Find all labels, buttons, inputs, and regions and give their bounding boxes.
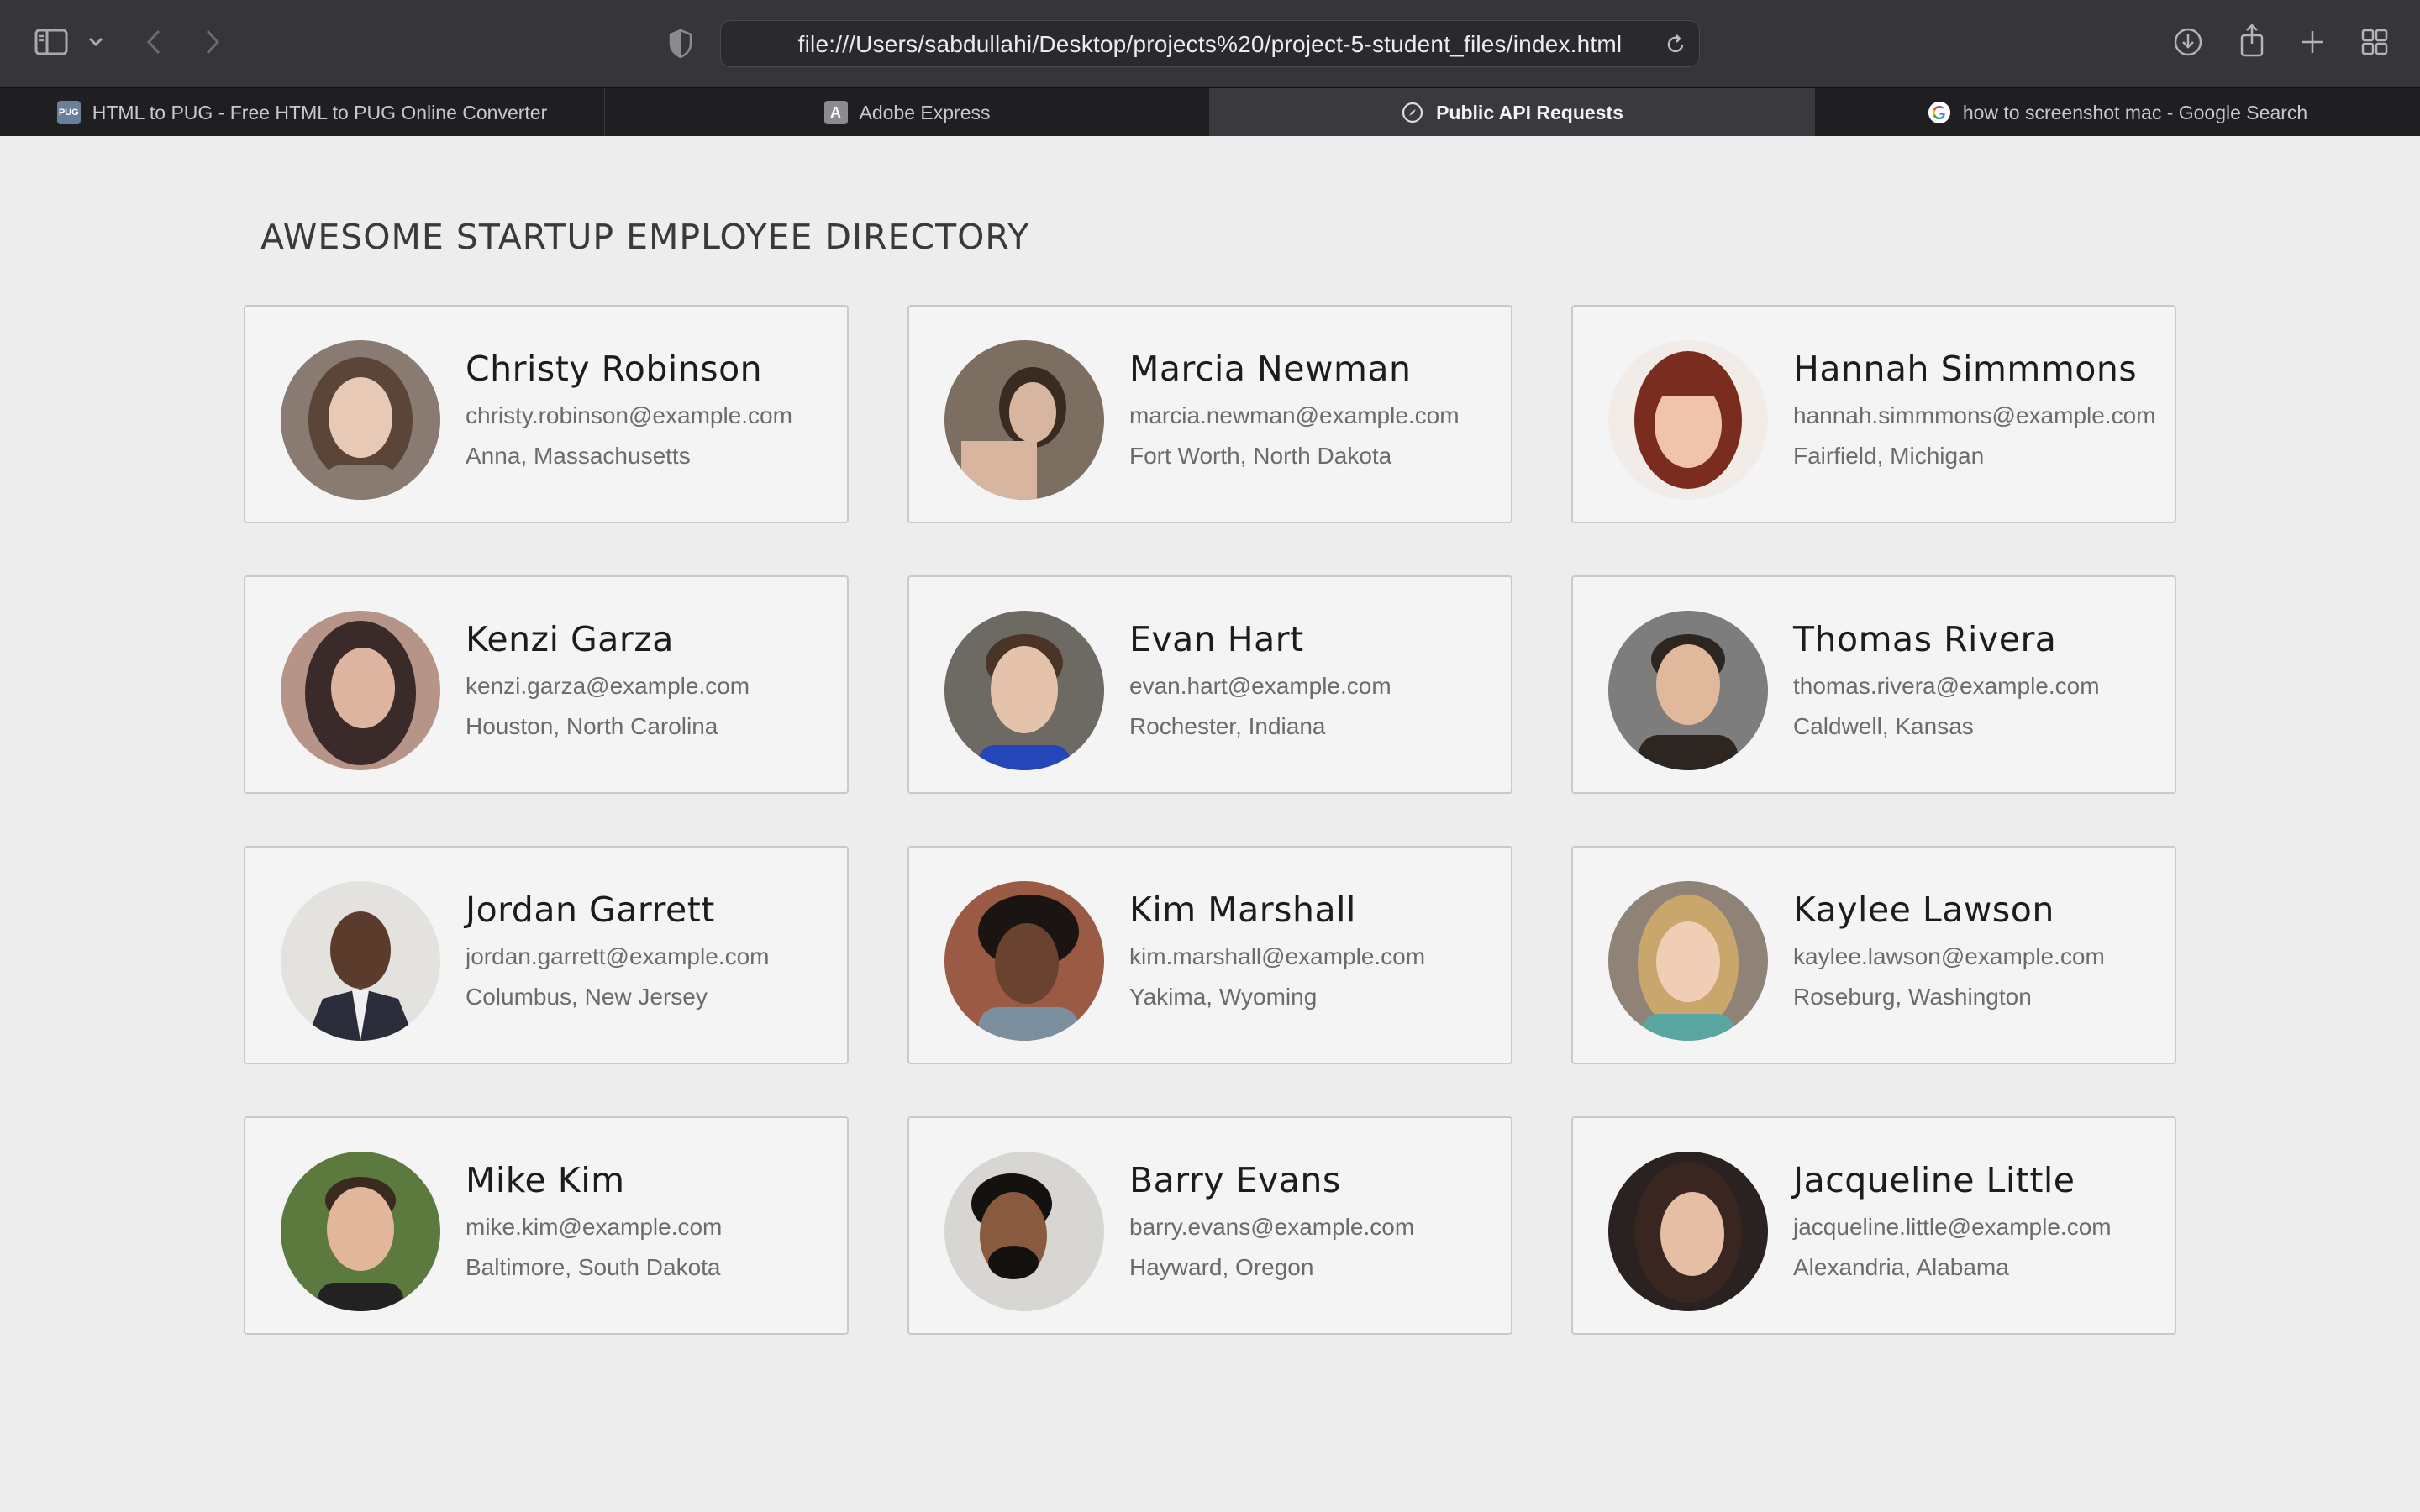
employee-card[interactable]: Evan Hart evan.hart@example.com Rocheste… [908, 575, 1512, 794]
tab-adobe-express[interactable]: A Adobe Express [605, 88, 1210, 137]
avatar [1608, 340, 1768, 500]
avatar [944, 881, 1104, 1041]
compass-favicon-icon [1401, 101, 1424, 124]
employee-email: kaylee.lawson@example.com [1793, 943, 2105, 969]
avatar [944, 340, 1104, 500]
back-icon[interactable] [139, 25, 168, 59]
employee-name: Hannah Simmmons [1793, 349, 2138, 389]
employee-card[interactable]: Kenzi Garza kenzi.garza@example.com Hous… [244, 575, 849, 794]
employee-name: Evan Hart [1129, 619, 1304, 659]
employee-name: Christy Robinson [466, 349, 763, 389]
pug-favicon-icon: PUG [56, 101, 81, 124]
url-text[interactable]: file:///Users/sabdullahi/Desktop/project… [721, 21, 1699, 68]
employee-name: Jordan Garrett [466, 890, 715, 930]
tab-label: Public API Requests [1436, 101, 1623, 123]
employee-email: hannah.simmmons@example.com [1793, 402, 2156, 428]
avatar [1608, 611, 1768, 770]
employee-location: Houston, North Carolina [466, 713, 718, 739]
privacy-shield-icon[interactable] [664, 25, 697, 62]
employee-card[interactable]: Barry Evans barry.evans@example.com Hayw… [908, 1116, 1512, 1335]
employee-card[interactable]: Jordan Garrett jordan.garrett@example.co… [244, 846, 849, 1064]
avatar [281, 611, 440, 770]
page-title: AWESOME STARTUP EMPLOYEE DIRECTORY [260, 217, 1030, 257]
employee-name: Marcia Newman [1129, 349, 1412, 389]
tab-label: Adobe Express [859, 101, 991, 123]
avatar [281, 881, 440, 1041]
browser-toolbar: file:///Users/sabdullahi/Desktop/project… [0, 0, 2420, 87]
employee-name: Kenzi Garza [466, 619, 674, 659]
employee-email: thomas.rivera@example.com [1793, 673, 2100, 699]
avatar [1608, 881, 1768, 1041]
page-content: AWESOME STARTUP EMPLOYEE DIRECTORY Chris… [0, 136, 2420, 1512]
employee-card[interactable]: Hannah Simmmons hannah.simmmons@example.… [1571, 305, 2176, 523]
tab-label: how to screenshot mac - Google Search [1962, 101, 2308, 123]
google-favicon-icon [1928, 101, 1951, 124]
tab-bar: PUG HTML to PUG - Free HTML to PUG Onlin… [0, 87, 2420, 137]
adobe-express-favicon-icon: A [823, 101, 848, 124]
avatar [1608, 1152, 1768, 1311]
employee-email: jordan.garrett@example.com [466, 943, 770, 969]
employee-card[interactable]: Kim Marshall kim.marshall@example.com Ya… [908, 846, 1512, 1064]
employee-location: Rochester, Indiana [1129, 713, 1326, 739]
employee-name: Jacqueline Little [1793, 1160, 2075, 1200]
tab-google-search[interactable]: how to screenshot mac - Google Search [1815, 88, 2420, 137]
avatar [944, 611, 1104, 770]
tab-html-to-pug[interactable]: PUG HTML to PUG - Free HTML to PUG Onlin… [0, 88, 605, 137]
employee-card[interactable]: Jacqueline Little jacqueline.little@exam… [1571, 1116, 2176, 1335]
employee-email: christy.robinson@example.com [466, 402, 792, 428]
employee-card[interactable]: Christy Robinson christy.robinson@exampl… [244, 305, 849, 523]
employee-location: Baltimore, South Dakota [466, 1254, 721, 1280]
chevron-down-icon[interactable] [84, 30, 108, 54]
employee-email: evan.hart@example.com [1129, 673, 1392, 699]
employee-name: Barry Evans [1129, 1160, 1341, 1200]
employee-location: Roseburg, Washington [1793, 984, 2032, 1010]
downloads-icon[interactable] [2171, 25, 2205, 59]
employee-location: Fairfield, Michigan [1793, 443, 1985, 469]
new-tab-icon[interactable] [2296, 25, 2329, 59]
employee-email: kenzi.garza@example.com [466, 673, 750, 699]
reload-icon[interactable] [1660, 29, 1691, 60]
employee-name: Kaylee Lawson [1793, 890, 2054, 930]
avatar [281, 1152, 440, 1311]
employee-location: Columbus, New Jersey [466, 984, 708, 1010]
tab-overview-icon[interactable] [2358, 25, 2391, 59]
avatar [281, 340, 440, 500]
employee-name: Kim Marshall [1129, 890, 1356, 930]
employee-location: Alexandria, Alabama [1793, 1254, 2009, 1280]
tab-public-api-requests[interactable]: Public API Requests [1210, 88, 1815, 137]
employee-card[interactable]: Marcia Newman marcia.newman@example.com … [908, 305, 1512, 523]
employee-name: Thomas Rivera [1793, 619, 2057, 659]
tab-label: HTML to PUG - Free HTML to PUG Online Co… [92, 101, 548, 123]
employee-card[interactable]: Mike Kim mike.kim@example.com Baltimore,… [244, 1116, 849, 1335]
employee-card[interactable]: Thomas Rivera thomas.rivera@example.com … [1571, 575, 2176, 794]
forward-icon[interactable] [198, 25, 227, 59]
employee-email: jacqueline.little@example.com [1793, 1214, 2112, 1240]
employee-email: marcia.newman@example.com [1129, 402, 1460, 428]
employee-location: Hayward, Oregon [1129, 1254, 1314, 1280]
employee-card[interactable]: Kaylee Lawson kaylee.lawson@example.com … [1571, 846, 2176, 1064]
employee-email: barry.evans@example.com [1129, 1214, 1415, 1240]
sidebar-toggle-icon[interactable] [32, 25, 71, 59]
address-bar[interactable]: file:///Users/sabdullahi/Desktop/project… [720, 20, 1700, 67]
avatar [944, 1152, 1104, 1311]
employee-location: Caldwell, Kansas [1793, 713, 1974, 739]
employee-name: Mike Kim [466, 1160, 625, 1200]
employee-location: Fort Worth, North Dakota [1129, 443, 1392, 469]
employee-location: Yakima, Wyoming [1129, 984, 1318, 1010]
share-icon[interactable] [2235, 22, 2269, 59]
employee-email: kim.marshall@example.com [1129, 943, 1426, 969]
employee-email: mike.kim@example.com [466, 1214, 723, 1240]
employee-location: Anna, Massachusetts [466, 443, 691, 469]
